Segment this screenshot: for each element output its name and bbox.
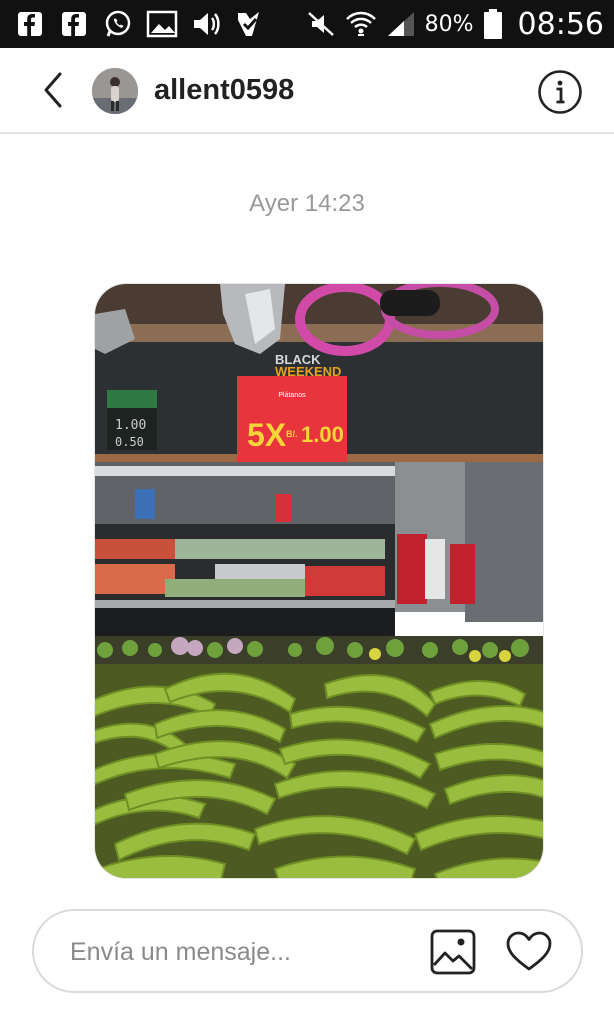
sign-currency: B/. bbox=[286, 429, 298, 439]
chat-username[interactable]: allent0598 bbox=[154, 74, 294, 107]
message-timestamp: Ayer 14:23 bbox=[249, 190, 365, 217]
board-price-2: 0.50 bbox=[115, 435, 144, 449]
wifi-icon bbox=[345, 8, 377, 40]
status-bar: 80% 08:56 bbox=[0, 0, 614, 48]
heart-icon[interactable] bbox=[504, 927, 554, 977]
image-icon bbox=[146, 8, 178, 40]
message-photo[interactable]: BLACK WEEKEND Plátanos 5X B/. 1.00 1.00 … bbox=[94, 283, 544, 879]
chat-header: allent0598 bbox=[0, 48, 614, 134]
sign-price: 1.00 bbox=[301, 422, 344, 447]
battery-icon bbox=[482, 8, 504, 40]
avatar[interactable] bbox=[92, 68, 138, 114]
signal-icon bbox=[385, 8, 417, 40]
message-input[interactable] bbox=[70, 931, 410, 973]
chevron-left-icon[interactable] bbox=[34, 70, 74, 110]
info-icon[interactable] bbox=[537, 69, 583, 115]
mute-icon bbox=[305, 8, 337, 40]
whatsapp-icon bbox=[102, 8, 134, 40]
check-icon bbox=[234, 8, 266, 40]
gallery-icon[interactable] bbox=[428, 927, 478, 977]
message-composer bbox=[32, 909, 583, 993]
battery-percentage: 80% bbox=[424, 11, 474, 37]
volume-icon bbox=[190, 8, 222, 40]
sign-offer: 5X bbox=[247, 417, 287, 453]
facebook-icon bbox=[14, 8, 46, 40]
board-price-1: 1.00 bbox=[115, 418, 146, 433]
facebook-icon bbox=[58, 8, 90, 40]
sign-product: Plátanos bbox=[278, 392, 306, 399]
clock: 08:56 bbox=[517, 6, 604, 42]
